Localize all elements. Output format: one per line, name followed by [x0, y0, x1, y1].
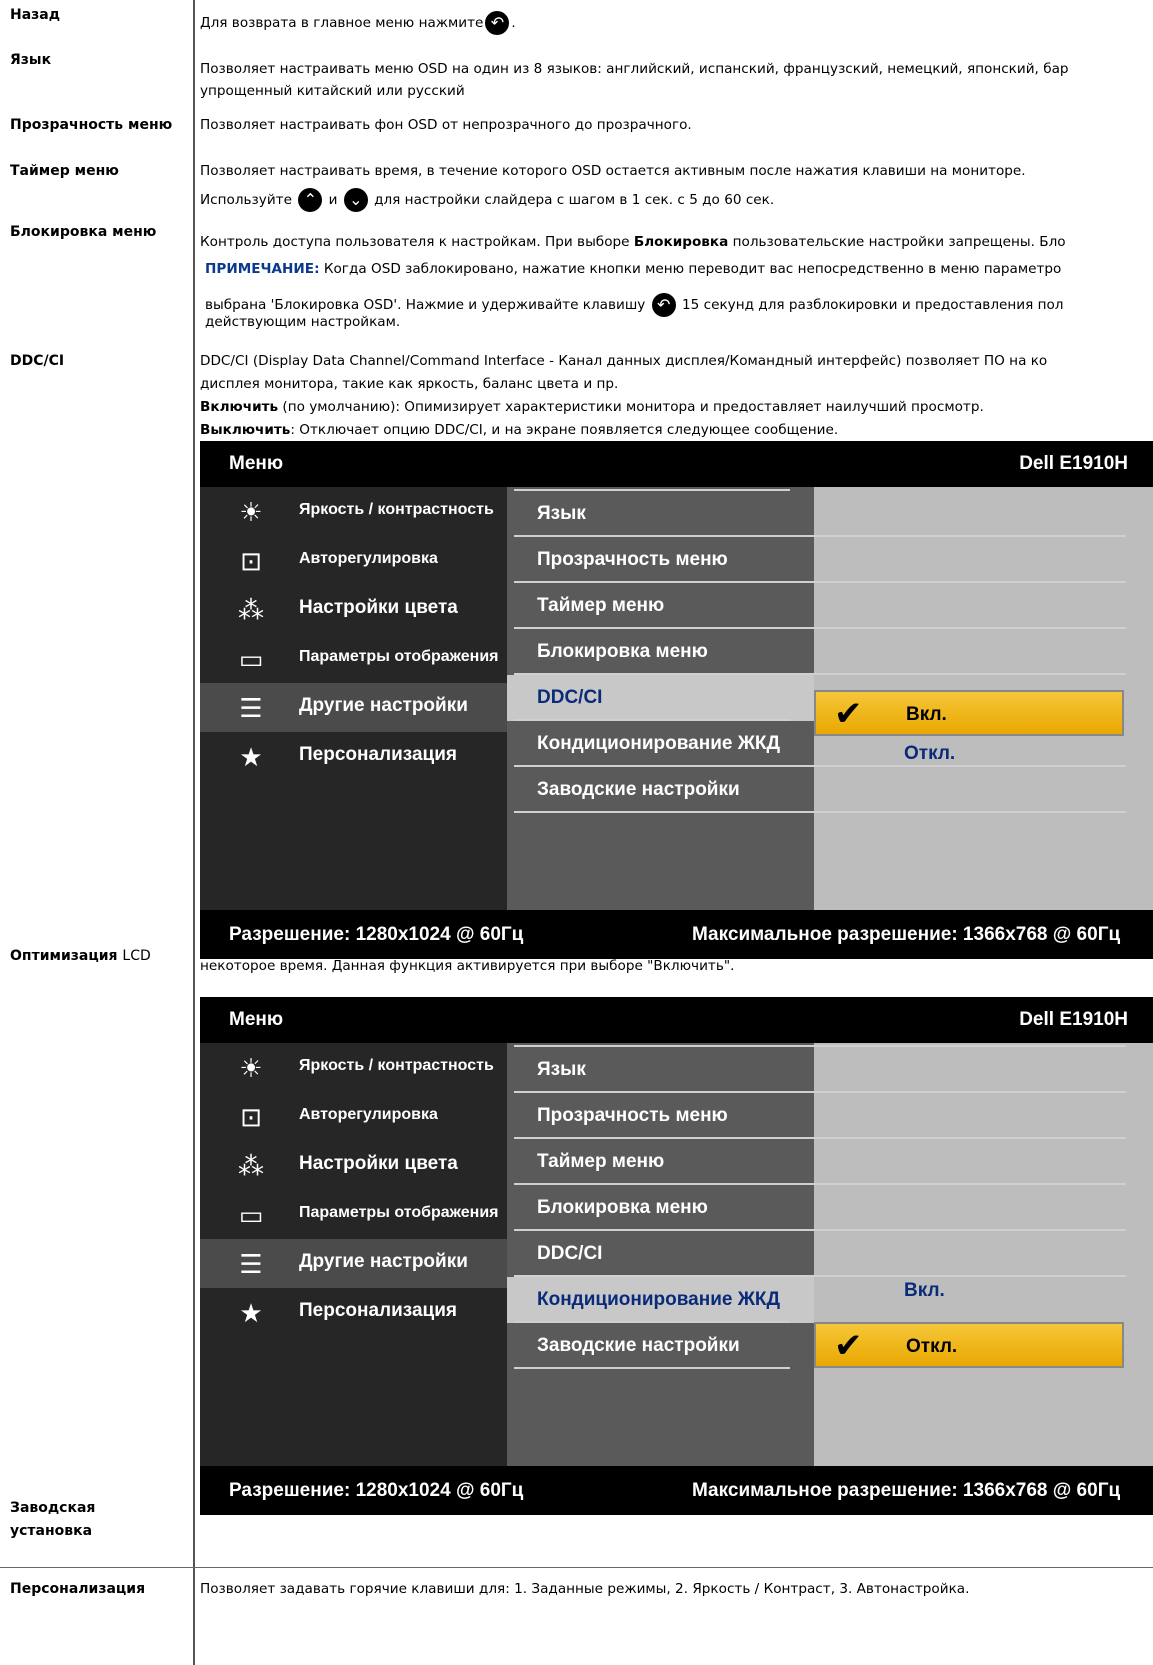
other-settings-icon: ☰	[239, 693, 263, 723]
text-language-1: Позволяет настраивать меню OSD на один и…	[200, 61, 1069, 77]
star-icon: ★	[239, 1298, 263, 1328]
text-lcd-1: Помогает уменьшить незначительное удержа…	[200, 941, 1058, 957]
brightness-icon: ☀	[239, 497, 263, 527]
osd-submenu-item: Блокировка меню	[537, 641, 708, 662]
osd-header: Меню Dell E1910H	[200, 441, 1153, 487]
osd-submenu-item: DDC/CI	[537, 1243, 603, 1264]
osd-options	[814, 1043, 1153, 1466]
osd-title: Меню	[229, 1009, 284, 1030]
text-ddc-on: Включить (по умолчанию): Опимизирует хар…	[200, 399, 984, 415]
label-lock: Блокировка меню	[10, 224, 157, 240]
osd-model: Dell E1910H	[1019, 1009, 1128, 1030]
osd-divider	[514, 719, 790, 721]
osd-divider	[514, 811, 1126, 813]
osd-submenu-item: Прозрачность меню	[537, 549, 728, 570]
checkmark-icon: ✔	[834, 695, 863, 733]
auto-adjust-icon: ⊡	[240, 1102, 262, 1132]
column-divider	[193, 0, 195, 1665]
star-icon: ★	[239, 742, 263, 772]
color-icon: ⁂	[238, 1151, 264, 1181]
osd-divider	[514, 581, 1126, 583]
osd-divider	[514, 1229, 1126, 1231]
osd-menu-item: ▭ Параметры отображения	[200, 1190, 507, 1239]
osd-menu-item: ⁂ Настройки цвета	[200, 1141, 507, 1190]
osd-submenu-item: Язык	[537, 503, 586, 524]
osd-submenu-item: Таймер меню	[537, 1151, 665, 1172]
auto-adjust-icon: ⊡	[240, 546, 262, 576]
label-back: Назад	[10, 7, 61, 23]
osd-divider	[514, 1183, 1126, 1185]
back-icon: ↶	[485, 11, 510, 35]
text-transparency: Позволяет настраивать фон OSD от непрозр…	[200, 117, 692, 133]
text-lock-note: ПРИМЕЧАНИЕ: Когда OSD заблокировано, наж…	[205, 261, 1062, 277]
osd-menu-item: ☀ Яркость / контрастность	[200, 487, 507, 536]
osd-divider	[514, 1367, 790, 1369]
text-factory: Сброс всех настроек OSD на заводские уст…	[200, 1500, 682, 1516]
osd-divider	[514, 535, 1126, 537]
osd-divider	[514, 1137, 1126, 1139]
text-timer-2: Используйте ⌃ и ⌄ для настройки слайдера…	[200, 188, 1153, 212]
osd-screenshot-ddc: Меню Dell E1910H ☀ Яркость / контрастност…	[200, 441, 1153, 959]
osd-menu-item: ▭ Параметры отображения	[200, 634, 507, 683]
osd-divider	[514, 1321, 790, 1323]
label-personal: Персонализация	[10, 1581, 146, 1597]
osd-submenu-item: Блокировка меню	[537, 1197, 708, 1218]
osd-model: Dell E1910H	[1019, 453, 1128, 474]
osd-submenu-item-selected: Кондиционирование ЖКД	[507, 1277, 814, 1323]
osd-option-on-selected: ✔ Вкл.	[814, 690, 1124, 736]
label-ddc: DDC/CI	[10, 353, 65, 369]
osd-menu-item: ⊡ Авторегулировка	[200, 1092, 507, 1141]
osd-submenu-item: Прозрачность меню	[537, 1105, 728, 1126]
osd-menu-item: ★ Персонализация	[200, 732, 507, 781]
osd-submenu-item: Язык	[537, 1059, 586, 1080]
text-lock-4: действующим настройкам.	[205, 314, 401, 330]
brightness-icon: ☀	[239, 1053, 263, 1083]
osd-divider	[514, 1045, 1126, 1047]
label-transparency: Прозрачность меню	[10, 117, 173, 133]
osd-submenu-item-selected: DDC/CI	[507, 675, 814, 721]
osd-submenu-item: Заводские настройки	[537, 1335, 740, 1356]
label-language: Язык	[10, 52, 52, 68]
osd-divider	[514, 673, 1126, 675]
osd-header: Меню Dell E1910H	[200, 997, 1153, 1043]
osd-menu-item: ★ Персонализация	[200, 1288, 507, 1337]
osd-divider	[514, 489, 790, 491]
osd-submenu-item: Заводские настройки	[537, 779, 740, 800]
checkmark-icon: ✔	[834, 1327, 863, 1365]
color-icon: ⁂	[238, 595, 264, 625]
display-icon: ▭	[238, 644, 264, 674]
text-timer-1: Позволяет настраивать время, в течение к…	[200, 163, 1026, 179]
osd-submenu-item: Кондиционирование ЖКД	[537, 733, 781, 754]
osd-option-off-selected: ✔ Откл.	[814, 1322, 1124, 1368]
osd-menu-item: ⊡ Авторегулировка	[200, 536, 507, 585]
down-icon: ⌄	[343, 188, 368, 212]
up-icon: ⌃	[298, 188, 323, 212]
label-factory: Заводская установка	[10, 1500, 96, 1539]
text-back: Для возврата в главное меню нажмите ↶.	[200, 11, 1153, 35]
osd-option-off: Откл.	[904, 743, 956, 764]
osd-divider	[514, 1091, 1126, 1093]
osd-option-on: Вкл.	[904, 1280, 945, 1301]
text-ddc-2: дисплея монитора, такие как яркость, бал…	[200, 376, 619, 392]
osd-menu-item-selected: ☰ Другие настройки	[200, 1239, 507, 1288]
osd-screenshot-lcd: Меню Dell E1910H ☀ Яркость / контрастност…	[200, 997, 1153, 1515]
label-lcd: Оптимизация LCD	[10, 948, 151, 964]
label-timer: Таймер меню	[10, 163, 119, 179]
text-lcd-2: некоторое время. Данная функция активиру…	[200, 958, 735, 974]
text-language-2: упрощенный китайский или русский	[200, 83, 465, 99]
text-personal: Позволяет задавать горячие клавиши для: …	[200, 1581, 970, 1597]
osd-submenu-item: Таймер меню	[537, 595, 665, 616]
text-ddc-1: DDC/CI (Display Data Channel/Command Int…	[200, 353, 1048, 369]
text-ddc-off: Выключить: Отключает опцию DDC/CI, и на …	[200, 422, 839, 438]
display-icon: ▭	[238, 1200, 264, 1230]
osd-divider	[514, 627, 1126, 629]
other-settings-icon: ☰	[239, 1249, 263, 1279]
text-lock-1: Контроль доступа пользователя к настройк…	[200, 234, 1066, 250]
osd-menu-item: ⁂ Настройки цвета	[200, 585, 507, 634]
osd-menu-item: ☀ Яркость / контрастность	[200, 1043, 507, 1092]
osd-title: Меню	[229, 453, 284, 474]
row-divider	[0, 1567, 1153, 1568]
osd-menu-item-selected: ☰ Другие настройки	[200, 683, 507, 732]
